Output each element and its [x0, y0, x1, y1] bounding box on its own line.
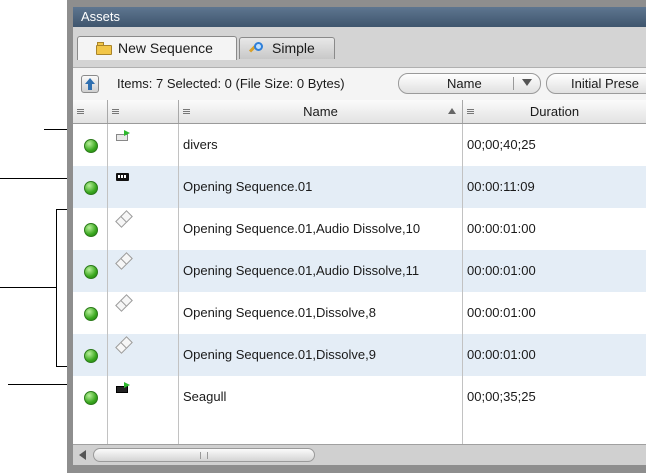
asset-duration: 00:00:01:00 [467, 221, 536, 236]
asset-duration: 00:00:11:09 [467, 179, 535, 194]
transition-icon [115, 252, 133, 270]
asset-duration: 00;00;35;25 [467, 389, 536, 404]
asset-name: Opening Sequence.01,Dissolve,9 [179, 334, 463, 376]
status-online-icon [84, 307, 98, 321]
asset-name: Seagull [179, 376, 463, 418]
tab-new-sequence[interactable]: New Sequence [77, 36, 237, 60]
tab-label: Simple [272, 40, 315, 56]
grip-icon [200, 452, 208, 459]
column-label-duration: Duration [529, 104, 580, 119]
asset-duration: 00:00:01:00 [467, 305, 536, 320]
up-folder-button[interactable] [81, 75, 99, 93]
transition-icon [115, 210, 133, 228]
nested-sequence-icon [116, 173, 129, 181]
column-label-name: Name [303, 104, 338, 119]
horizontal-scrollbar[interactable] [73, 444, 646, 465]
panel-title-bar: Assets [73, 7, 646, 27]
preset-dropdown[interactable]: Initial Prese [546, 73, 646, 94]
sort-ascending-icon [448, 108, 456, 114]
items-info: Items: 7 Selected: 0 (File Size: 0 Bytes… [117, 76, 345, 91]
assets-panel: Assets New Sequence Simple Items: 7 Sele… [73, 7, 646, 465]
column-header-type[interactable] [108, 100, 179, 123]
status-online-icon [84, 349, 98, 363]
column-grip-icon [77, 109, 84, 114]
sequence-icon [116, 130, 130, 142]
transition-icon [115, 294, 133, 312]
sort-value: Name [447, 76, 482, 91]
empty-area [73, 418, 108, 444]
preset-value: Initial Prese [571, 76, 639, 91]
table-row[interactable]: Opening Sequence.01,Dissolve,9 00:00:01:… [73, 334, 646, 376]
dropdown-arrow-icon [522, 79, 532, 86]
asset-duration: 00;00;40;25 [467, 137, 536, 152]
table-row[interactable]: Opening Sequence.01,Audio Dissolve,11 00… [73, 250, 646, 292]
column-header-name[interactable]: Name [179, 100, 463, 123]
callout-line-3 [0, 287, 56, 288]
table-header: Name Duration [73, 100, 646, 124]
status-online-icon [84, 223, 98, 237]
table-row[interactable]: divers 00;00;40;25 [73, 124, 646, 166]
column-grip-icon [112, 109, 119, 114]
transition-icon [115, 336, 133, 354]
asset-duration: 00:00:01:00 [467, 347, 536, 362]
sort-dropdown[interactable]: Name [398, 73, 541, 94]
toolbar: Items: 7 Selected: 0 (File Size: 0 Bytes… [73, 67, 646, 100]
status-online-icon [84, 265, 98, 279]
table-row[interactable]: Opening Sequence.01 00:00:11:09 [73, 166, 646, 208]
table-row[interactable]: Seagull 00;00;35;25 [73, 376, 646, 418]
table-row[interactable]: Opening Sequence.01,Audio Dissolve,10 00… [73, 208, 646, 250]
asset-table: Name Duration divers 00;00;40;25 Opening… [73, 100, 646, 444]
asset-name: divers [179, 124, 463, 166]
column-header-status[interactable] [73, 100, 108, 123]
tab-bar: New Sequence Simple [73, 27, 646, 67]
sequence-dark-icon [116, 382, 130, 394]
scroll-left-arrow-icon[interactable] [79, 450, 86, 460]
scrollbar-thumb[interactable] [93, 448, 315, 462]
status-online-icon [84, 181, 98, 195]
table-row[interactable]: Opening Sequence.01,Dissolve,8 00:00:01:… [73, 292, 646, 334]
asset-name: Opening Sequence.01,Audio Dissolve,11 [179, 250, 463, 292]
asset-name: Opening Sequence.01,Audio Dissolve,10 [179, 208, 463, 250]
panel-title: Assets [81, 9, 121, 24]
folder-icon [96, 42, 112, 55]
status-online-icon [84, 139, 98, 153]
magnifier-icon [248, 42, 266, 55]
callout-bracket-vertical [56, 209, 57, 367]
asset-duration: 00:00:01:00 [467, 263, 536, 278]
tab-simple[interactable]: Simple [239, 37, 335, 59]
column-header-duration[interactable]: Duration [463, 100, 646, 123]
asset-name: Opening Sequence.01,Dissolve,8 [179, 292, 463, 334]
tab-label: New Sequence [118, 40, 213, 56]
asset-name: Opening Sequence.01 [179, 166, 463, 208]
status-online-icon [84, 391, 98, 405]
